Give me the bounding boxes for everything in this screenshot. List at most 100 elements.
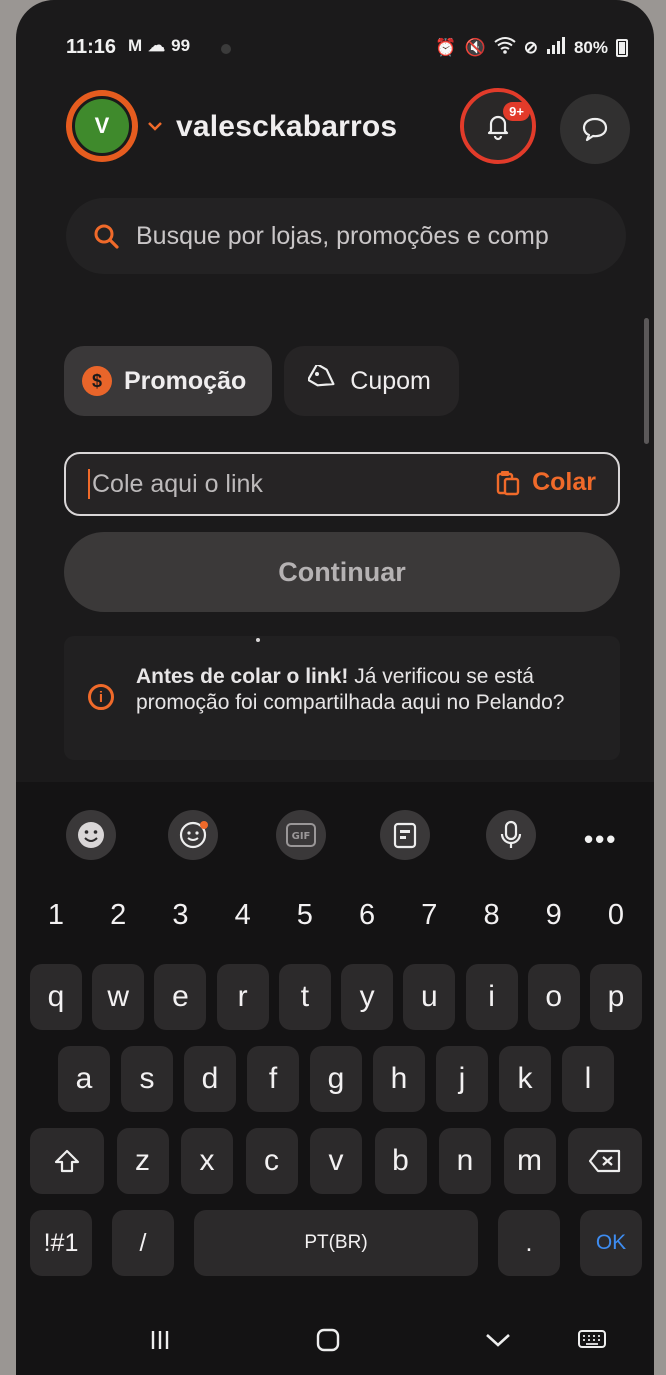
notice-box: i Antes de colar o link! Já verificou se…	[64, 636, 620, 760]
key-k[interactable]: k	[499, 1046, 551, 1112]
letter-row-2: a s d f g h j k l	[30, 1046, 642, 1112]
key-i[interactable]: i	[465, 964, 518, 1030]
key-9[interactable]: 9	[528, 882, 580, 948]
key-u[interactable]: u	[403, 964, 456, 1030]
key-v[interactable]: v	[310, 1128, 362, 1194]
battery-text: 80%	[573, 37, 608, 57]
key-5[interactable]: 5	[279, 882, 331, 948]
scroll-indicator	[644, 318, 649, 444]
key-3[interactable]: 3	[154, 882, 206, 948]
letter-row-1: q w e r t y u i o p	[30, 964, 642, 1030]
more-icon[interactable]: •••	[584, 824, 617, 855]
key-r[interactable]: r	[216, 964, 269, 1030]
key-z[interactable]: z	[116, 1128, 169, 1194]
avatar-button[interactable]: V	[66, 90, 138, 162]
key-p[interactable]: p	[589, 964, 642, 1030]
key-h[interactable]: h	[373, 1046, 425, 1112]
sticker-button[interactable]	[168, 810, 218, 860]
screen: 11:16 M ☁ 99 ⏰ 🔇 ⊘ 80% V v a l es c kabarros …	[16, 0, 654, 1375]
search-input[interactable]	[136, 221, 606, 251]
status-right-icons: ⏰ 🔇 ⊘ 80%	[435, 36, 628, 59]
key-q[interactable]: q	[30, 964, 82, 1030]
signal-icon	[546, 36, 566, 59]
key-w[interactable]: w	[92, 964, 145, 1030]
header: V valesckabarros 9+	[16, 88, 654, 178]
key-m[interactable]: m	[503, 1128, 556, 1194]
key-x[interactable]: x	[181, 1128, 233, 1194]
messages-button[interactable]	[560, 94, 630, 164]
chat-bubble-icon	[582, 117, 608, 142]
emoji-icon	[78, 822, 104, 848]
tab-cupom[interactable]: Cupom	[284, 346, 459, 416]
key-2[interactable]: 2	[92, 882, 144, 948]
space-key[interactable]: PT(BR)	[194, 1210, 478, 1276]
notifications-button[interactable]: 9+	[460, 88, 536, 164]
status-bar: 11:16 M ☁ 99 ⏰ 🔇 ⊘ 80%	[16, 30, 654, 66]
key-e[interactable]: e	[154, 964, 207, 1030]
paste-icon	[496, 470, 520, 495]
clipboard-button[interactable]	[380, 810, 430, 860]
voice-input-button[interactable]	[486, 810, 536, 860]
link-field[interactable]: Colar	[64, 452, 620, 516]
shift-key[interactable]	[30, 1128, 104, 1194]
info-icon: i	[88, 684, 114, 710]
mute-icon: 🔇	[464, 37, 486, 57]
gif-button[interactable]: GIF	[276, 810, 326, 860]
shift-icon	[54, 1149, 80, 1173]
promo-icon: $	[82, 366, 112, 396]
notification-count: 99	[171, 36, 191, 55]
front-camera	[221, 44, 231, 54]
key-1[interactable]: 1	[30, 882, 82, 948]
key-b[interactable]: b	[374, 1128, 427, 1194]
tag-icon	[307, 362, 338, 398]
key-s[interactable]: s	[121, 1046, 173, 1112]
recent-apps-icon	[151, 1331, 169, 1349]
key-a[interactable]: a	[58, 1046, 110, 1112]
key-y[interactable]: y	[341, 964, 394, 1030]
slash-key[interactable]: /	[112, 1210, 174, 1276]
key-7[interactable]: 7	[403, 882, 455, 948]
notification-badge: 9+	[503, 102, 530, 121]
key-d[interactable]: d	[184, 1046, 236, 1112]
navigation-bar	[16, 1300, 654, 1375]
username[interactable]: valesckabarros	[176, 110, 397, 144]
tab-label: Promoção	[124, 366, 247, 395]
search-bar[interactable]	[66, 198, 626, 274]
symbols-key[interactable]: !#1	[30, 1210, 92, 1276]
paste-button[interactable]: Colar	[494, 468, 596, 497]
key-4[interactable]: 4	[217, 882, 269, 948]
emoji-button[interactable]	[66, 810, 116, 860]
clipboard-icon	[393, 822, 417, 849]
dnd-icon: ⊘	[523, 37, 538, 57]
svg-text:GIF: GIF	[292, 831, 311, 842]
key-6[interactable]: 6	[341, 882, 393, 948]
backspace-key[interactable]	[568, 1128, 642, 1194]
paste-label: Colar	[532, 468, 596, 496]
back-button[interactable]	[476, 1318, 520, 1362]
key-l[interactable]: l	[562, 1046, 614, 1112]
recent-apps-button[interactable]	[138, 1318, 182, 1362]
notice-dot	[256, 638, 260, 642]
key-o[interactable]: o	[527, 964, 580, 1030]
key-0[interactable]: 0	[590, 882, 642, 948]
continue-button[interactable]: Continuar	[64, 532, 620, 612]
key-t[interactable]: t	[278, 964, 331, 1030]
tab-promocao[interactable]: $ Promoção	[64, 346, 273, 416]
key-g[interactable]: g	[310, 1046, 362, 1112]
chevron-down-icon	[486, 1334, 510, 1347]
period-key[interactable]: .	[498, 1210, 560, 1276]
keyboard: GIF ••• 1 2 3 4 5 6 7 8 9 0 q w e r t y …	[16, 782, 654, 1302]
key-f[interactable]: f	[247, 1046, 299, 1112]
key-8[interactable]: 8	[466, 882, 518, 948]
microphone-icon	[500, 820, 522, 848]
link-input[interactable]	[92, 469, 462, 499]
key-c[interactable]: c	[245, 1128, 298, 1194]
key-n[interactable]: n	[439, 1128, 491, 1194]
home-button[interactable]	[306, 1318, 350, 1362]
chevron-down-icon[interactable]	[148, 118, 162, 136]
keyboard-switch-button[interactable]	[570, 1318, 614, 1362]
text-caret	[88, 469, 90, 499]
ok-key[interactable]: OK	[580, 1210, 642, 1276]
keyboard-toolbar: GIF •••	[16, 796, 654, 866]
key-j[interactable]: j	[436, 1046, 488, 1112]
